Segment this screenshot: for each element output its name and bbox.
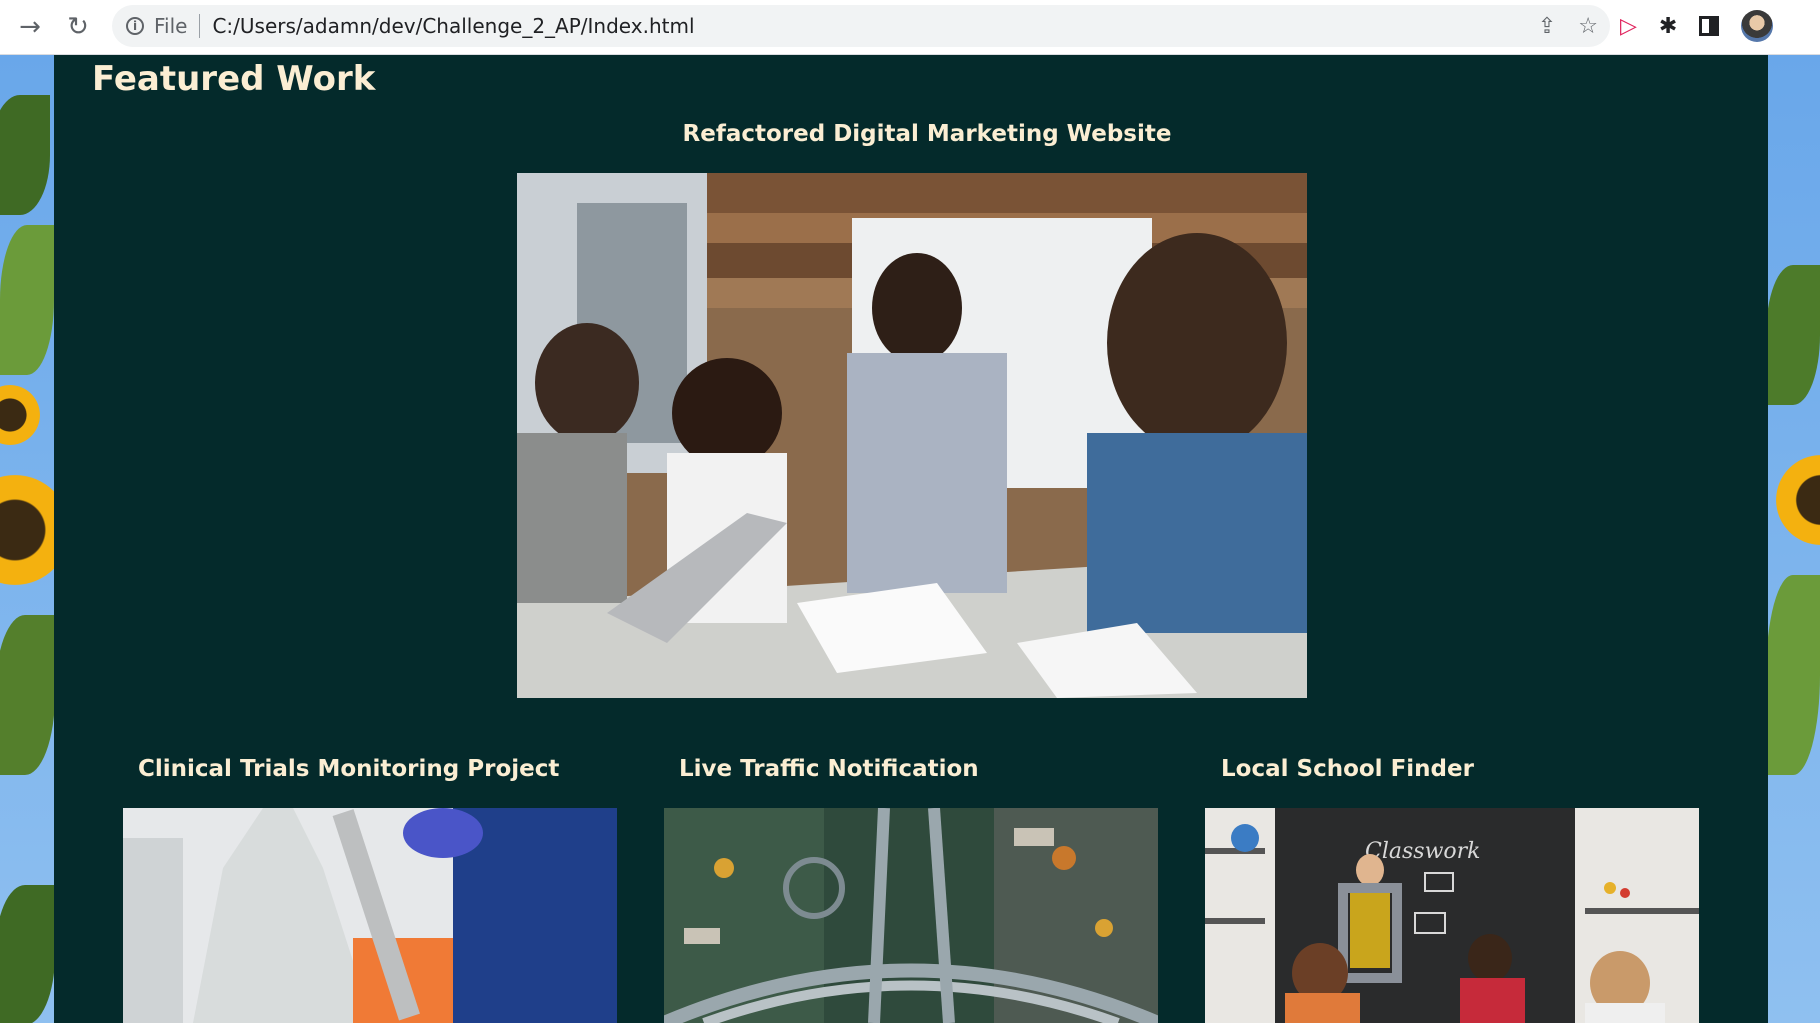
- star-icon[interactable]: ☆: [1578, 14, 1598, 39]
- address-separator: [199, 14, 201, 38]
- info-icon[interactable]: i: [126, 17, 144, 35]
- back-arrow-icon[interactable]: →: [12, 9, 48, 45]
- team-meeting-photo[interactable]: [517, 173, 1307, 698]
- section-title: Featured Work: [92, 59, 376, 99]
- background-sunflowers-right: [1766, 55, 1820, 1023]
- lab-pipette-photo[interactable]: [123, 808, 617, 1023]
- puzzle-icon[interactable]: ✱: [1659, 14, 1677, 39]
- extension-red-icon[interactable]: ▷: [1620, 14, 1637, 39]
- card-heading-live-traffic[interactable]: Live Traffic Notification: [679, 756, 979, 782]
- classroom-photo[interactable]: Classwork: [1205, 808, 1699, 1023]
- side-panel-icon[interactable]: [1699, 16, 1720, 36]
- scheme-label: File: [154, 14, 188, 38]
- svg-text:Classwork: Classwork: [1365, 839, 1481, 864]
- background-sunflowers-left: [0, 55, 70, 1023]
- url-text[interactable]: C:/Users/adamn/dev/Challenge_2_AP/Index.…: [212, 14, 694, 38]
- share-icon[interactable]: ⇪: [1538, 14, 1556, 39]
- featured-work-section: Featured Work Refactored Digital Marketi…: [54, 55, 1768, 1023]
- address-bar[interactable]: i File C:/Users/adamn/dev/Challenge_2_AP…: [112, 5, 1610, 47]
- aerial-highway-photo[interactable]: [664, 808, 1158, 1023]
- card-heading-clinical-trials[interactable]: Clinical Trials Monitoring Project: [138, 756, 559, 782]
- page-viewport: Featured Work Refactored Digital Marketi…: [0, 55, 1820, 1023]
- card-heading-local-school[interactable]: Local School Finder: [1221, 756, 1474, 782]
- profile-avatar[interactable]: [1741, 10, 1774, 42]
- browser-toolbar: → ↻ i File C:/Users/adamn/dev/Challenge_…: [0, 0, 1820, 55]
- reload-icon[interactable]: ↻: [60, 9, 96, 45]
- featured-project-heading[interactable]: Refactored Digital Marketing Website: [54, 121, 1800, 147]
